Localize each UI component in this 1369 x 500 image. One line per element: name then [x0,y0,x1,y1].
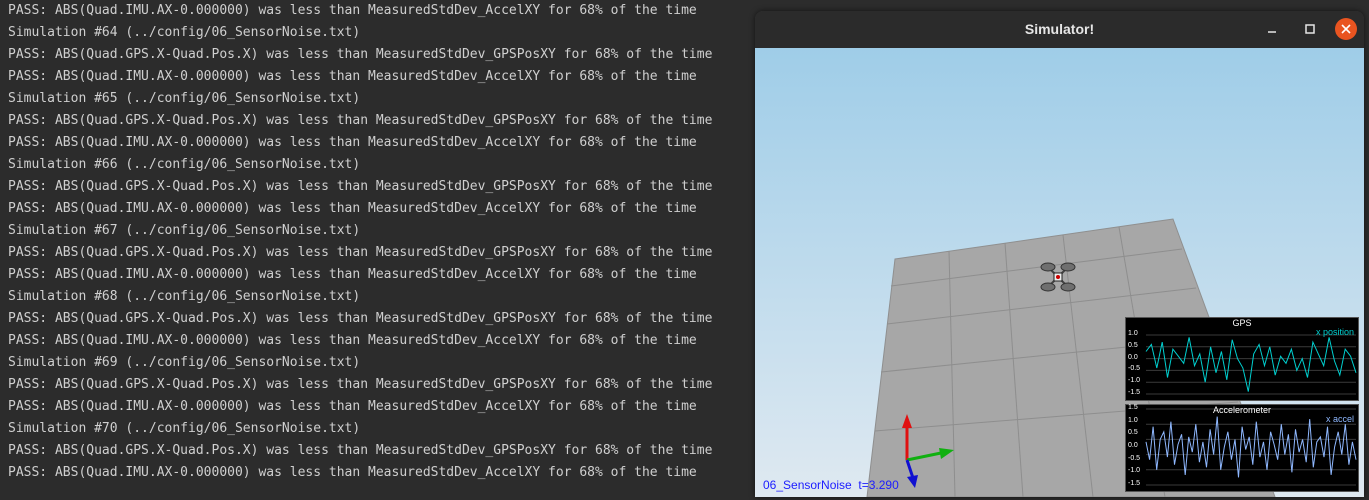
y-tick-label: 0.5 [1128,341,1138,349]
y-tick-label: -0.5 [1128,365,1141,373]
maximize-button[interactable] [1301,20,1319,38]
terminal-line: Simulation #66 (../config/06_SensorNoise… [8,157,361,172]
y-tick-label: -1.0 [1128,377,1141,385]
simulator-window[interactable]: Simulator! 06_SensorNoise t=3.290 GPS x … [755,11,1364,497]
terminal-line: PASS: ABS(Quad.IMU.AX-0.000000) was less… [8,201,697,216]
accelerometer-plot-title: Accelerometer [1212,405,1272,415]
title-bar[interactable]: Simulator! [755,11,1364,48]
terminal-line: PASS: ABS(Quad.GPS.X-Quad.Pos.X) was les… [8,47,713,62]
y-tick-label: 0.0 [1128,353,1138,361]
y-tick-label: -1.5 [1128,480,1141,487]
terminal-line: PASS: ABS(Quad.IMU.AX-0.000000) was less… [8,399,697,414]
gps-plot[interactable]: GPS x position 1.0 0.5 0.0 -0.5 -1.0 -1.5 [1125,317,1359,401]
series-line [1145,337,1357,392]
terminal-line: PASS: ABS(Quad.IMU.AX-0.000000) was less… [8,69,697,84]
accelerometer-series-label: x accel [1325,414,1354,424]
minimize-button[interactable] [1263,20,1281,38]
simulation-viewport[interactable]: 06_SensorNoise t=3.290 GPS x position 1.… [755,48,1364,497]
terminal-output: PASS: ABS(Quad.IMU.AX-0.000000) was less… [8,0,712,484]
gps-series-label: x position [1315,327,1354,337]
maximize-icon [1305,24,1315,34]
terminal-line: Simulation #70 (../config/06_SensorNoise… [8,421,361,436]
terminal-line: PASS: ABS(Quad.GPS.X-Quad.Pos.X) was les… [8,113,713,128]
y-tick-label: -1.0 [1128,467,1141,475]
terminal-line: PASS: ABS(Quad.GPS.X-Quad.Pos.X) was les… [8,311,713,326]
terminal-line: Simulation #65 (../config/06_SensorNoise… [8,91,361,106]
terminal-line: PASS: ABS(Quad.GPS.X-Quad.Pos.X) was les… [8,179,713,194]
y-tick-label: 0.5 [1128,429,1138,437]
close-button[interactable] [1335,18,1357,40]
terminal-line: PASS: ABS(Quad.IMU.AX-0.000000) was less… [8,135,697,150]
accelerometer-chart [1145,408,1357,486]
series-line [1145,416,1357,478]
minimize-icon [1268,31,1276,33]
close-icon [1341,24,1351,34]
y-tick-label: -1.5 [1128,389,1141,396]
y-tick-label: 1.0 [1128,416,1138,424]
y-tick-label: 1.5 [1128,404,1138,411]
terminal-line: PASS: ABS(Quad.IMU.AX-0.000000) was less… [8,465,697,480]
y-tick-label: 0.0 [1128,442,1138,449]
terminal-line: PASS: ABS(Quad.GPS.X-Quad.Pos.X) was les… [8,443,713,458]
terminal-line: Simulation #67 (../config/06_SensorNoise… [8,223,361,238]
terminal-line: PASS: ABS(Quad.GPS.X-Quad.Pos.X) was les… [8,377,713,392]
terminal-line: Simulation #69 (../config/06_SensorNoise… [8,355,361,370]
terminal-line: PASS: ABS(Quad.IMU.AX-0.000000) was less… [8,267,697,282]
y-tick-label: -0.5 [1128,454,1141,462]
terminal-line: PASS: ABS(Quad.IMU.AX-0.000000) was less… [8,333,697,348]
terminal-line: Simulation #64 (../config/06_SensorNoise… [8,25,361,40]
scenario-time-label: 06_SensorNoise t=3.290 [763,478,899,492]
terminal-line: PASS: ABS(Quad.IMU.AX-0.000000) was less… [8,3,697,18]
accelerometer-plot[interactable]: Accelerometer x accel 1.5 1.0 0.5 0.0 -0.5 -1… [1125,404,1359,492]
y-tick-label: 1.0 [1128,330,1138,337]
terminal-line: Simulation #68 (../config/06_SensorNoise… [8,289,361,304]
terminal-line: PASS: ABS(Quad.GPS.X-Quad.Pos.X) was les… [8,245,713,260]
